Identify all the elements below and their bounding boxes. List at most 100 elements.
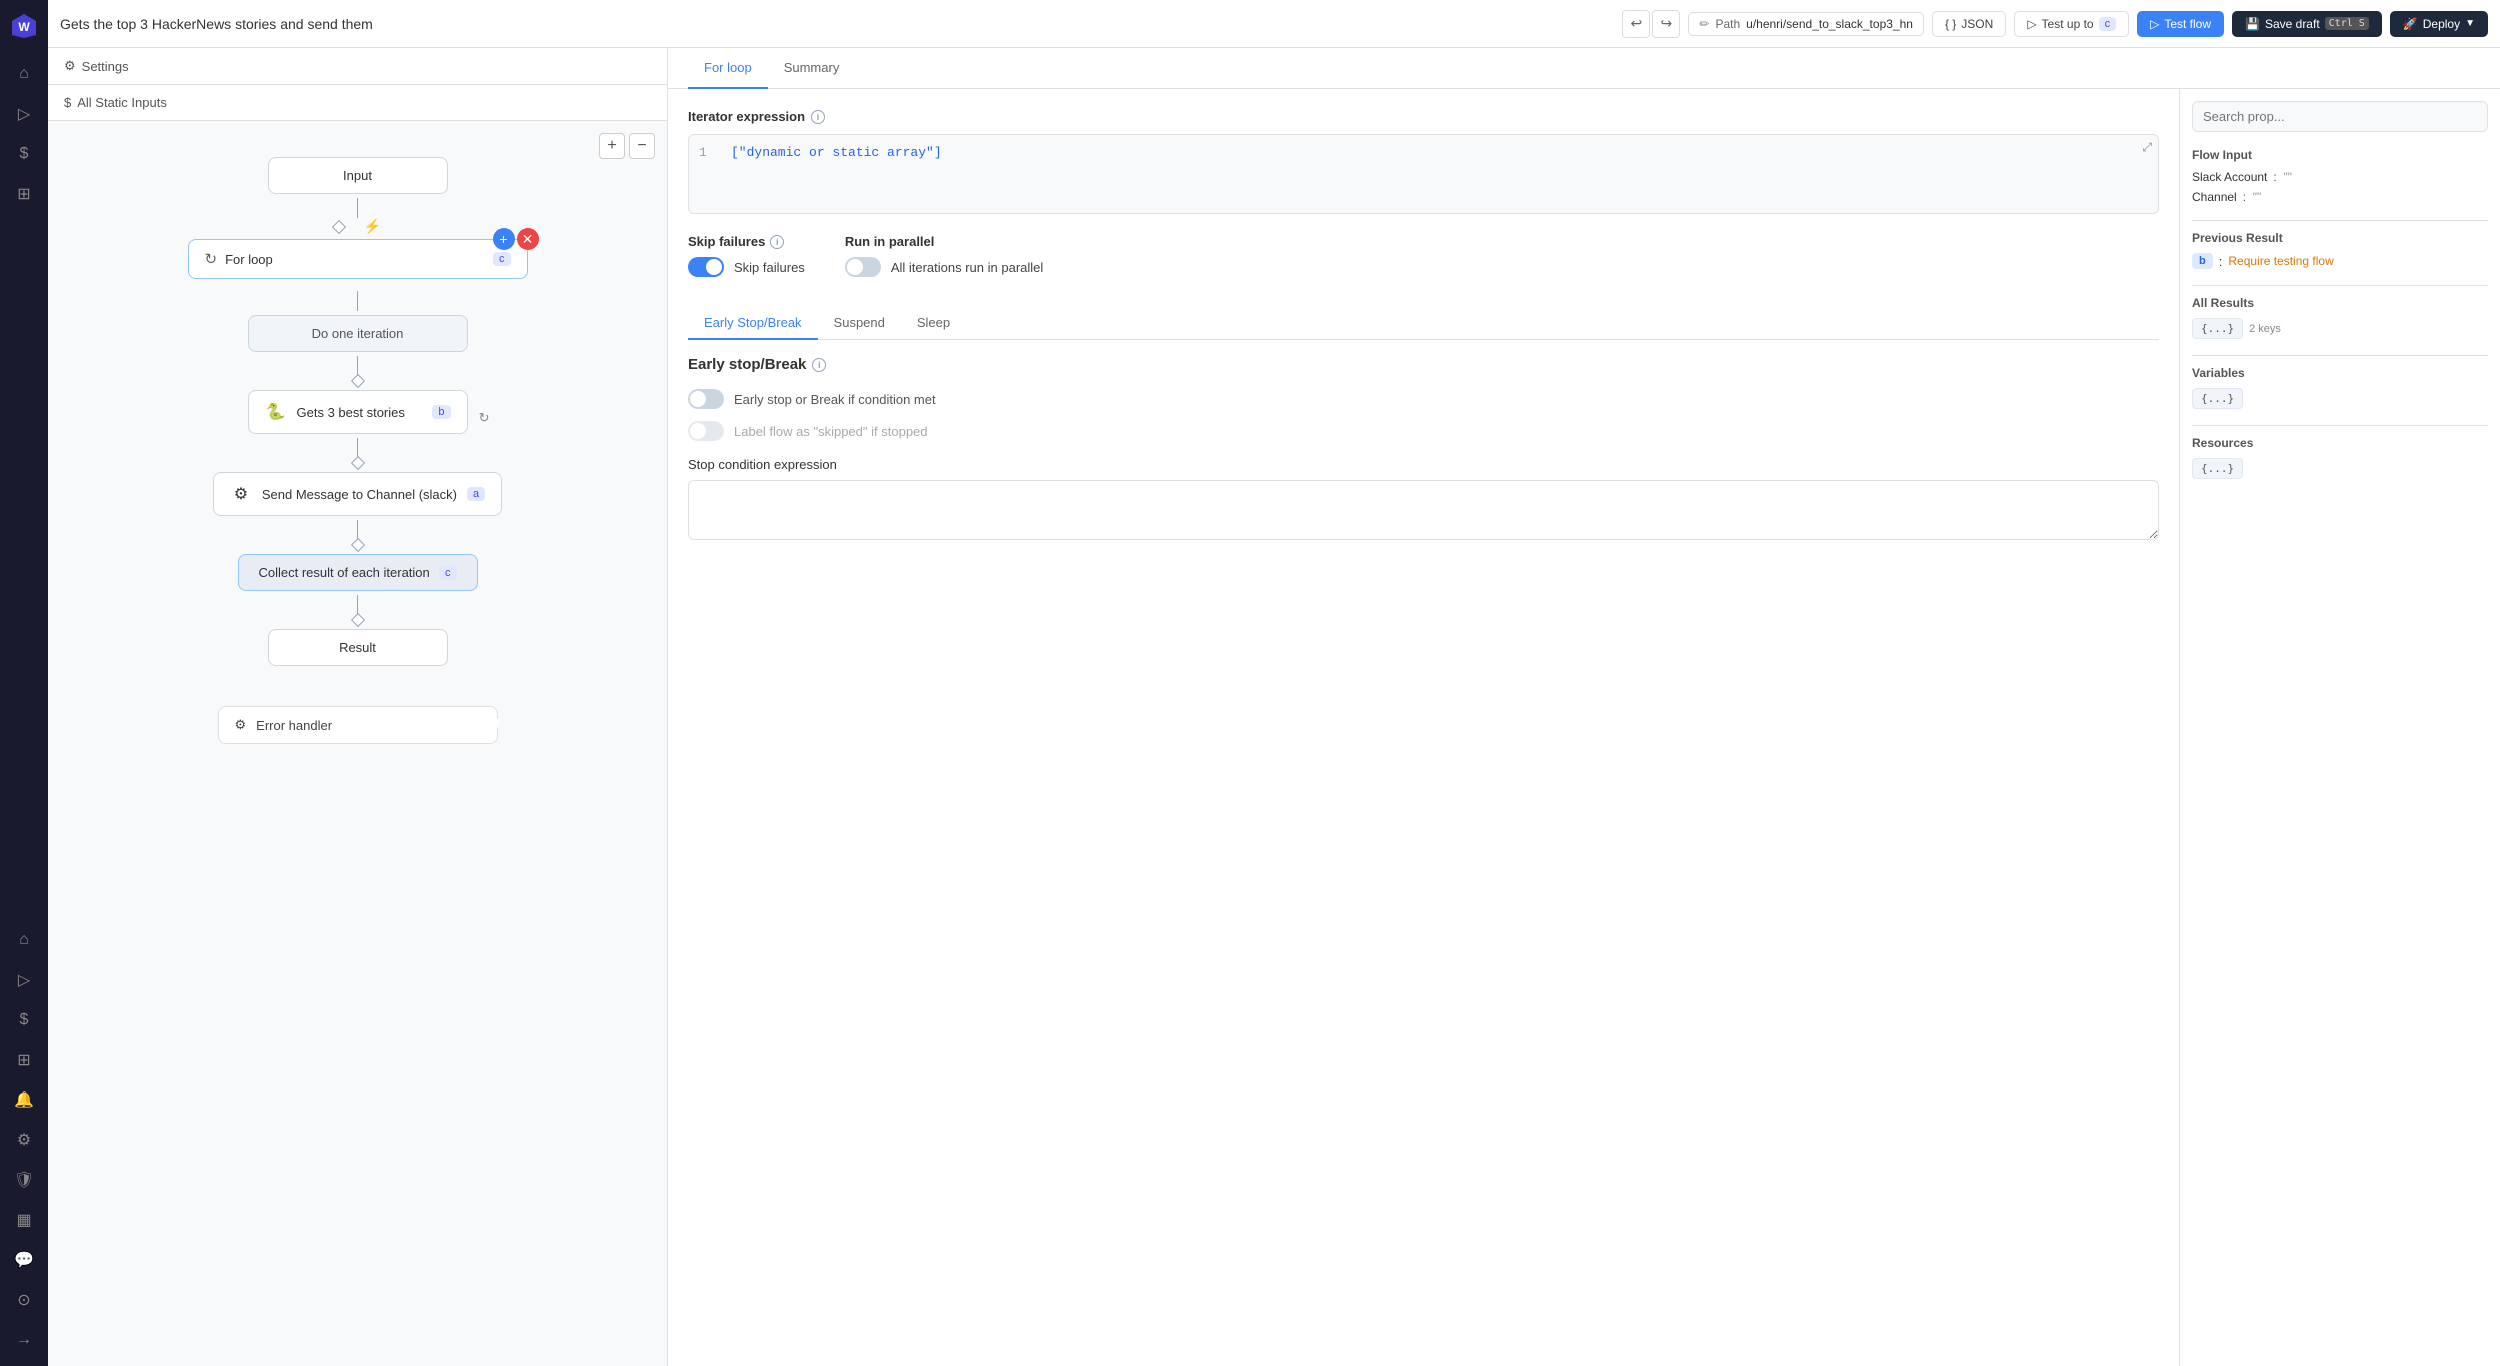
sidebar-item-dollar[interactable]: $ <box>6 1002 42 1038</box>
static-inputs-bar[interactable]: $ All Static Inputs <box>48 85 667 121</box>
sidebar-item-logout[interactable]: → <box>6 1322 42 1358</box>
collect-result-node[interactable]: Collect result of each iteration c <box>238 554 478 591</box>
do-one-iteration-node[interactable]: Do one iteration <box>248 315 468 352</box>
line-number: 1 <box>699 145 715 160</box>
sidebar-item-play[interactable]: ▷ <box>6 962 42 998</box>
code-expand-icon[interactable]: ⤢ <box>2142 141 2152 155</box>
sidebar-item-billing[interactable]: $ <box>6 136 42 172</box>
settings-bar[interactable]: ⚙ Settings <box>48 48 667 85</box>
test-flow-button[interactable]: ▷ Test flow <box>2137 11 2224 37</box>
skip-failures-toggle[interactable] <box>688 257 724 277</box>
sidebar: W ⌂ ▷ $ ⊞ ⌂ ▷ $ ⊞ 🔔 ⚙ 🛡 ▦ 💬 ⊙ → <box>0 0 48 1366</box>
for-loop-badge: c <box>493 252 511 266</box>
deploy-label: Deploy <box>2423 17 2460 31</box>
sidebar-item-github[interactable]: ⊙ <box>6 1282 42 1318</box>
skip-failures-row: Skip failures <box>688 257 805 277</box>
error-handler-icon: ⚙ <box>235 717 247 733</box>
zoom-in-button[interactable]: + <box>599 133 625 159</box>
sidebar-item-home2[interactable]: ⌂ <box>6 922 42 958</box>
sidebar-item-chat[interactable]: 💬 <box>6 1242 42 1278</box>
prop-row-channel: Channel : "" <box>2192 190 2488 204</box>
resources-section: Resources {...} <box>2192 436 2488 479</box>
run-parallel-toggle[interactable] <box>845 257 881 277</box>
input-node[interactable]: Input <box>268 157 448 194</box>
early-stop-title-text: Early stop/Break <box>688 356 806 373</box>
save-draft-button[interactable]: 💾 Save draft Ctrl S <box>2232 11 2382 37</box>
run-parallel-row: All iterations run in parallel <box>845 257 1043 277</box>
skip-failures-group: Skip failures i Skip failures <box>688 234 805 277</box>
for-loop-label: For loop <box>225 252 273 267</box>
code-editor[interactable]: 1 ["dynamic or static array"] ⤢ <box>688 134 2159 214</box>
condition-textarea[interactable] <box>688 480 2159 540</box>
sidebar-item-bell[interactable]: 🔔 <box>6 1082 42 1118</box>
sidebar-item-apps[interactable]: ⊞ <box>6 1042 42 1078</box>
variables-badge: {...} <box>2192 388 2243 409</box>
test-flow-icon: ▷ <box>2150 17 2159 31</box>
tab-for-loop-label: For loop <box>704 60 752 75</box>
tab-early-stop[interactable]: Early Stop/Break <box>688 307 818 340</box>
early-stop-toggle[interactable] <box>688 389 724 409</box>
require-testing-label: Require testing flow <box>2228 254 2333 268</box>
search-prop-input[interactable] <box>2192 101 2488 132</box>
sidebar-item-flows[interactable]: ▷ <box>6 96 42 132</box>
tab-summary[interactable]: Summary <box>768 48 856 89</box>
json-button[interactable]: { } JSON <box>1932 11 2006 37</box>
all-results-title: All Results <box>2192 296 2488 310</box>
previous-result-title: Previous Result <box>2192 231 2488 245</box>
connector-1: ⚡ <box>334 194 381 239</box>
tab-sleep[interactable]: Sleep <box>901 307 966 340</box>
path-value[interactable]: u/henri/send_to_slack_top3_hn <box>1746 17 1913 31</box>
undo-button[interactable]: ↩ <box>1622 10 1650 38</box>
connector-3 <box>353 434 363 472</box>
tab-for-loop[interactable]: For loop <box>688 48 768 89</box>
for-loop-header[interactable]: ↻ For loop c + ✕ <box>188 239 528 279</box>
sidebar-logo: W <box>6 8 42 44</box>
result-label: Result <box>339 640 376 655</box>
send-message-node[interactable]: ⚙ Send Message to Channel (slack) a <box>213 472 502 516</box>
test-up-button[interactable]: ▷ Test up to c <box>2014 11 2129 37</box>
sidebar-item-table[interactable]: ▦ <box>6 1202 42 1238</box>
connector-iter <box>357 287 359 315</box>
separator-4 <box>2192 425 2488 426</box>
remove-node-button[interactable]: ✕ <box>517 228 539 250</box>
resources-row: {...} <box>2192 458 2488 479</box>
props-section: Flow Input Slack Account : "" Channel : … <box>2180 89 2500 1366</box>
sidebar-item-gear[interactable]: ⚙ <box>6 1122 42 1158</box>
tab-summary-label: Summary <box>784 60 840 75</box>
iterator-label: Iterator expression i <box>688 109 2159 124</box>
channel-val: "" <box>2252 190 2261 204</box>
variables-title: Variables <box>2192 366 2488 380</box>
content-area: ⚙ Settings $ All Static Inputs + − Input <box>48 48 2500 1366</box>
path-section: ✏ Path u/henri/send_to_slack_top3_hn <box>1688 12 1924 36</box>
all-results-section: All Results {...} 2 keys <box>2192 296 2488 339</box>
label-flow-toggle[interactable] <box>688 421 724 441</box>
json-icon: { } <box>1945 17 1956 31</box>
settings-icon: ⚙ <box>64 58 76 74</box>
redo-button[interactable]: ↪ <box>1652 10 1680 38</box>
test-up-badge: c <box>2099 17 2117 31</box>
deploy-button[interactable]: 🚀 Deploy ▼ <box>2390 11 2488 37</box>
refresh-button[interactable]: ↻ <box>479 410 490 426</box>
zoom-out-button[interactable]: − <box>629 133 655 159</box>
connector-diamond-4 <box>350 538 364 552</box>
right-panel: For loop Summary Iterator expression i <box>668 48 2500 1366</box>
sidebar-item-home[interactable]: ⌂ <box>6 56 42 92</box>
result-node[interactable]: Result <box>268 629 448 666</box>
test-up-icon: ▷ <box>2027 17 2036 31</box>
gear-step-icon: ⚙ <box>230 483 252 505</box>
early-stop-info-icon: i <box>812 358 826 372</box>
sidebar-item-shield[interactable]: 🛡 <box>6 1162 42 1198</box>
tab-suspend[interactable]: Suspend <box>818 307 901 340</box>
slack-colon: : <box>2273 170 2276 184</box>
prev-result-row: b : Require testing flow <box>2192 253 2488 269</box>
condition-label: Stop condition expression <box>688 457 2159 472</box>
sidebar-item-groups[interactable]: ⊞ <box>6 176 42 212</box>
save-draft-label: Save draft <box>2265 17 2320 31</box>
tab-bar: For loop Summary <box>668 48 2500 89</box>
flow-panel: ⚙ Settings $ All Static Inputs + − Input <box>48 48 668 1366</box>
flow-input-title: Flow Input <box>2192 148 2488 162</box>
add-node-button[interactable]: + <box>493 228 515 250</box>
gets-3-label: Gets 3 best stories <box>297 405 405 420</box>
gets-3-node[interactable]: 🐍 Gets 3 best stories b <box>248 390 468 434</box>
gets-3-badge: b <box>432 405 450 419</box>
